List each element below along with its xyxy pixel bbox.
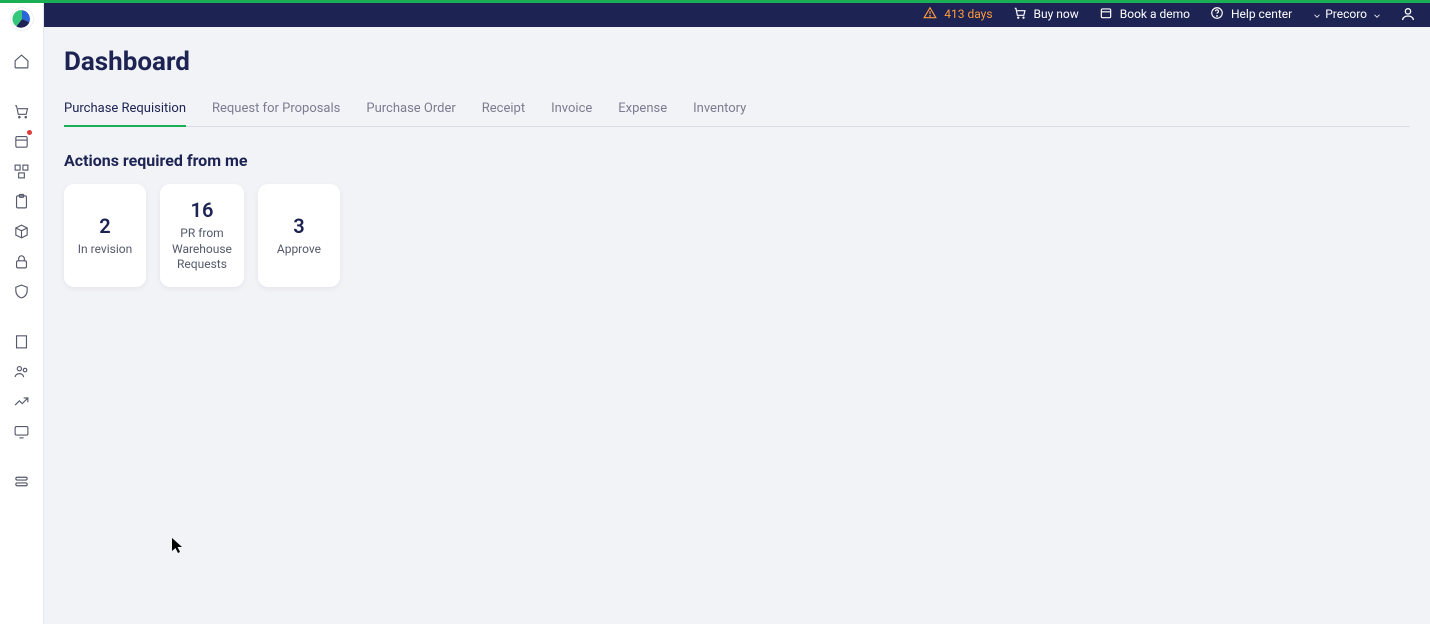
sidebar-item-cart[interactable] — [0, 96, 44, 126]
user-menu[interactable] — [1390, 6, 1420, 22]
page-title: Dashboard — [64, 47, 1430, 77]
app-logo[interactable] — [9, 6, 35, 32]
buy-now-label: Buy now — [1034, 7, 1079, 21]
sidebar-item-package[interactable] — [0, 216, 44, 246]
sidebar-item-shield[interactable] — [0, 276, 44, 306]
sidebar-item-boxes[interactable] — [0, 156, 44, 186]
calendar-icon — [1099, 6, 1115, 22]
sidebar-item-users[interactable] — [0, 356, 44, 386]
trial-days-text: 413 days — [944, 7, 992, 21]
tab-inventory[interactable]: Inventory — [693, 95, 746, 126]
sidebar-item-settings[interactable] — [0, 466, 44, 496]
notification-dot-icon — [27, 130, 32, 135]
action-card-pr-warehouse[interactable]: 16 PR from Warehouse Requests — [160, 184, 244, 287]
company-label: Precoro — [1325, 7, 1367, 21]
action-card-label: Approve — [270, 242, 328, 258]
tab-request-for-proposals[interactable]: Request for Proposals — [212, 95, 340, 126]
tab-expense[interactable]: Expense — [618, 95, 667, 126]
main-content: Dashboard Purchase Requisition Request f… — [44, 27, 1430, 624]
warning-icon — [923, 6, 939, 22]
action-card-count: 2 — [76, 214, 134, 238]
help-icon — [1210, 6, 1226, 22]
sidebar-item-clipboard[interactable] — [0, 186, 44, 216]
topbar: 413 days Buy now Book a demo Help center… — [0, 0, 1430, 27]
help-center-button[interactable]: Help center — [1200, 6, 1302, 22]
tab-receipt[interactable]: Receipt — [482, 95, 525, 126]
sidebar-item-calendar[interactable] — [0, 126, 44, 156]
action-card-approve[interactable]: 3 Approve — [258, 184, 340, 287]
accent-bar — [0, 0, 1430, 3]
action-cards: 2 In revision 16 PR from Warehouse Reque… — [64, 184, 1430, 287]
tabs: Purchase Requisition Request for Proposa… — [64, 95, 1410, 127]
help-center-label: Help center — [1231, 7, 1292, 21]
action-card-count: 3 — [270, 214, 328, 238]
tab-purchase-order[interactable]: Purchase Order — [366, 95, 455, 126]
action-card-label: In revision — [76, 242, 134, 258]
action-card-in-revision[interactable]: 2 In revision — [64, 184, 146, 287]
book-demo-label: Book a demo — [1120, 7, 1190, 21]
cart-icon — [1013, 6, 1029, 22]
sidebar-item-lock[interactable] — [0, 246, 44, 276]
tab-purchase-requisition[interactable]: Purchase Requisition — [64, 95, 186, 126]
book-demo-button[interactable]: Book a demo — [1089, 6, 1200, 22]
sidebar-item-home[interactable] — [0, 46, 44, 76]
sidebar-item-building[interactable] — [0, 326, 44, 356]
sidebar-item-chart[interactable] — [0, 386, 44, 416]
sidebar-item-display[interactable] — [0, 416, 44, 446]
action-card-count: 16 — [172, 198, 232, 222]
user-icon — [1400, 6, 1416, 22]
chevron-down-icon — [1312, 10, 1320, 18]
tab-invoice[interactable]: Invoice — [551, 95, 592, 126]
sidebar — [0, 0, 44, 624]
action-card-label: PR from Warehouse Requests — [172, 226, 232, 273]
chevron-down-icon — [1372, 10, 1380, 18]
section-title: Actions required from me — [64, 151, 1430, 170]
trial-days[interactable]: 413 days — [913, 6, 1002, 22]
company-switcher[interactable]: Precoro — [1302, 7, 1390, 21]
buy-now-button[interactable]: Buy now — [1003, 6, 1089, 22]
